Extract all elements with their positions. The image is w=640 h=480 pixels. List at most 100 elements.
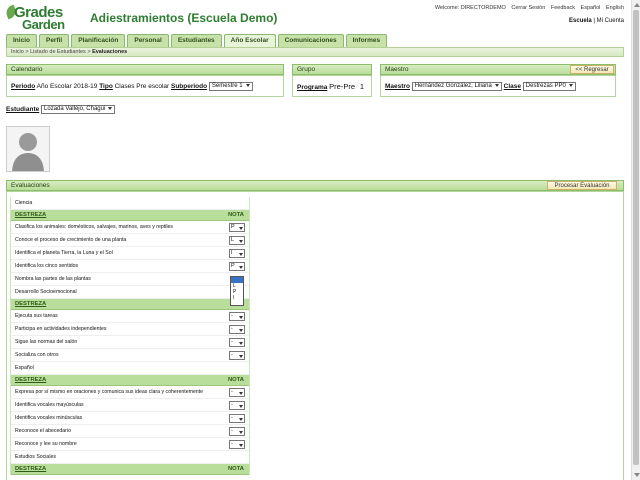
tab-ano-escolar[interactable]: Año Escolar: [223, 34, 276, 47]
nota-dropdown-list[interactable]: L P I: [230, 276, 244, 306]
nota-select[interactable]: -: [229, 325, 245, 334]
destreza-label: Expresa por sí mismo en oraciones y comu…: [15, 389, 203, 395]
estudiante-label: Estudiante: [6, 106, 40, 114]
chevron-down-icon: [239, 253, 243, 256]
col-destreza: DESTREZA: [15, 377, 47, 383]
estudiante-select[interactable]: Lozada Vallejo, Chagui: [41, 105, 116, 114]
col-destreza: DESTREZA: [15, 301, 47, 307]
destreza-label: Reconoce el abecedario: [15, 428, 71, 434]
maestro-label: Maestro: [385, 83, 410, 91]
logo-line2: Garden: [22, 17, 65, 32]
calendario-header: Calendario: [6, 64, 284, 75]
table-header: DESTREZA: [11, 299, 249, 310]
table-row: Identifica el planeta Tierra, la Luna y …: [11, 247, 249, 260]
breadcrumb-listado[interactable]: Listado de Estudiantes: [30, 49, 86, 55]
nota-select[interactable]: -: [229, 414, 245, 423]
col-destreza: DESTREZA: [15, 212, 47, 218]
clase-label: Clase: [503, 83, 521, 91]
tab-personal[interactable]: Personal: [127, 34, 169, 47]
tab-informes[interactable]: Informes: [345, 34, 388, 47]
calendario-panel: Periodo Año Escolar 2018-19 Tipo Clases …: [6, 75, 284, 97]
destreza-label: Nombra las partes de las plantas: [15, 276, 91, 282]
destreza-label: Identifica los cinco sentidos: [15, 263, 79, 269]
maestro-select[interactable]: Hernández González, Liliana: [411, 82, 502, 91]
subject-row: Estudios Sociales: [11, 451, 249, 464]
subject-row: Ciencia: [11, 197, 249, 210]
table-row: Reconoce el abecedario -: [11, 425, 249, 438]
chevron-down-icon: [245, 83, 250, 87]
table-row: Ejecuta sus tareas -: [11, 310, 249, 323]
chevron-down-icon: [239, 431, 243, 434]
nota-select[interactable]: -: [229, 440, 245, 449]
table-row: Reconoce y lee su nombre -: [11, 438, 249, 451]
destreza-label: Socializa con otros: [15, 352, 59, 358]
grades-garden-logo[interactable]: Grades Garden: [4, 4, 86, 32]
grupo-panel: Programa Pre-Pre 1: [292, 75, 372, 97]
periodo-value: Año Escolar 2018-19: [36, 83, 98, 91]
mi-cuenta-link[interactable]: Mi Cuenta: [597, 18, 624, 24]
regresar-button[interactable]: << Regresar: [570, 65, 614, 74]
nota-select[interactable]: -: [229, 312, 245, 321]
nota-select[interactable]: P: [229, 262, 245, 271]
chevron-down-icon: [108, 106, 113, 110]
table-row: Socializa con otros -: [11, 349, 249, 362]
procesar-evaluacion-button[interactable]: Procesar Evaluación: [547, 181, 617, 190]
subperiodo-select[interactable]: Semestre 1: [208, 82, 253, 91]
table-header: DESTREZA NOTA: [11, 464, 249, 475]
english-link[interactable]: English: [606, 5, 624, 11]
tipo-label: Tipo: [99, 83, 113, 91]
breadcrumb-inicio[interactable]: Inicio: [11, 49, 24, 55]
tipo-value: Clases Pre escolar: [114, 83, 170, 91]
col-destreza: DESTREZA: [15, 466, 47, 472]
dropdown-option[interactable]: I: [233, 295, 243, 301]
tab-estudiantes[interactable]: Estudiantes: [170, 34, 222, 47]
tab-planificacion[interactable]: Planificación: [71, 34, 126, 47]
destreza-label: Sigue las normas del salón: [15, 339, 78, 345]
chevron-down-icon: [239, 355, 243, 358]
chevron-down-icon: [239, 266, 243, 269]
maestro-panel: Maestro Hernández González, Liliana Clas…: [380, 75, 616, 97]
tab-perfil[interactable]: Perfil: [38, 34, 70, 47]
destreza-label: Identifica el planeta Tierra, la Luna y …: [15, 250, 113, 256]
table-row: Identifica los cinco sentidos P: [11, 260, 249, 273]
nota-select[interactable]: -: [229, 427, 245, 436]
subject-row: Desarrollo Socioemocional: [11, 286, 249, 299]
breadcrumb: Inicio > Listado de Estudiantes > Evalua…: [6, 47, 624, 57]
nota-select[interactable]: I: [229, 249, 245, 258]
nota-select[interactable]: -: [229, 388, 245, 397]
scroll-down-icon[interactable]: [634, 473, 640, 477]
table-row: Expresa por sí mismo en oraciones y comu…: [11, 386, 249, 399]
nota-select[interactable]: P: [229, 223, 245, 232]
evaluaciones-table: Ciencia DESTREZA NOTA Clasifica los anima…: [10, 197, 250, 475]
subject-row: Español: [11, 362, 249, 375]
chevron-down-icon: [239, 240, 243, 243]
col-nota: NOTA: [228, 212, 244, 218]
top-links: Welcome: DIRECTORDEMO Cerrar Sesión Feed…: [431, 5, 624, 11]
tab-inicio[interactable]: Inicio: [6, 34, 37, 47]
nota-select[interactable]: -: [229, 401, 245, 410]
logout-link[interactable]: Cerrar Sesión: [511, 5, 545, 11]
nota-select[interactable]: -: [229, 351, 245, 360]
destreza-label: Participa en actividades independientes: [15, 326, 107, 332]
grupo-header: Grupo: [292, 64, 372, 75]
chevron-down-icon: [239, 444, 243, 447]
avatar: [6, 126, 50, 172]
spanish-link[interactable]: Español: [581, 5, 601, 11]
tab-comunicaciones[interactable]: Comunicaciones: [277, 34, 344, 47]
scroll-thumb[interactable]: [633, 10, 639, 465]
feedback-link[interactable]: Feedback: [551, 5, 575, 11]
chevron-down-icon: [568, 83, 573, 87]
destreza-label: Clasifica los animales: domésticos, salv…: [15, 224, 173, 230]
scroll-up-icon[interactable]: [634, 3, 640, 7]
person-silhouette-icon: [12, 133, 44, 171]
periodo-label: Periodo: [11, 83, 36, 91]
breadcrumb-current: Evaluaciones: [92, 49, 128, 55]
clase-select[interactable]: Destrezas PP0: [522, 82, 576, 91]
table-row: Identifica vocales mayúsculas -: [11, 399, 249, 412]
page-scrollbar[interactable]: [631, 0, 640, 480]
table-row: Participa en actividades independientes -: [11, 323, 249, 336]
nota-select[interactable]: L: [229, 236, 245, 245]
nota-select[interactable]: -: [229, 338, 245, 347]
chevron-down-icon: [239, 316, 243, 319]
escuela-link[interactable]: Escuela: [569, 18, 592, 24]
